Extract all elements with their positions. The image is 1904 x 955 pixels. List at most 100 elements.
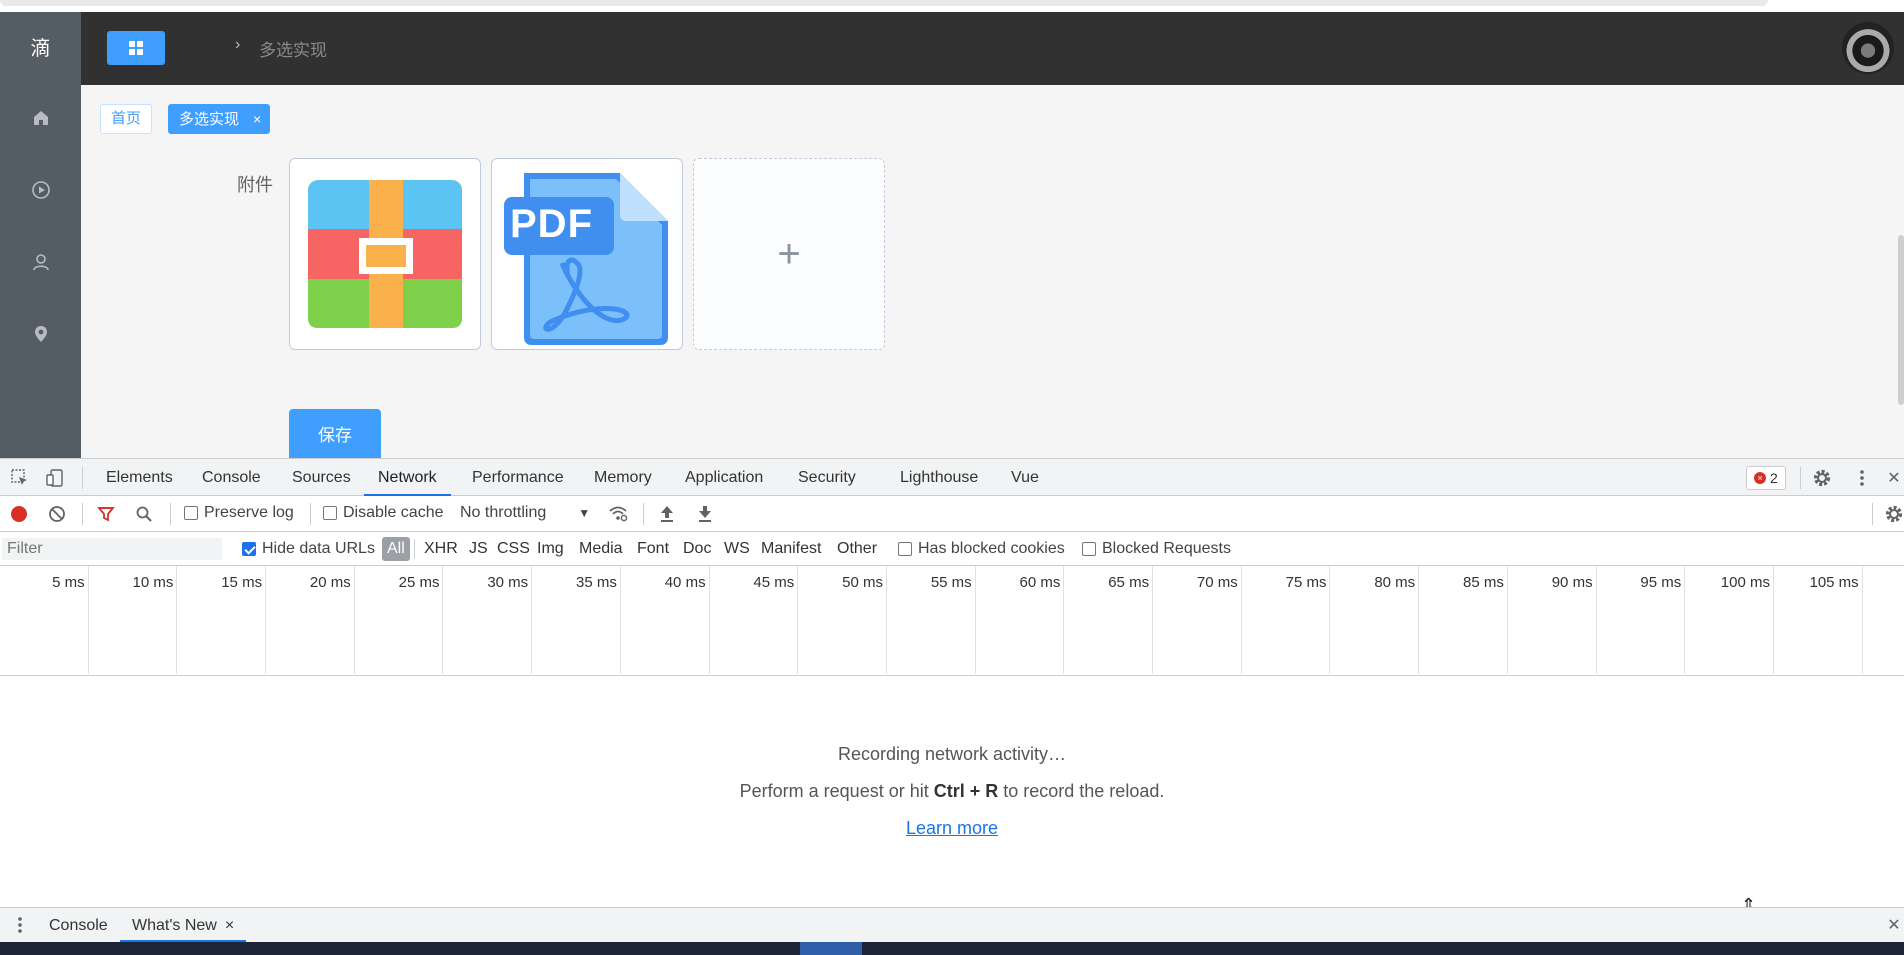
network-timeline-overview[interactable]: 5 ms 10 ms 15 ms 20 ms 25 ms 30 ms 35 ms 40 ms 4… xyxy=(0,566,1904,676)
close-drawer-icon[interactable]: ✕ xyxy=(1884,915,1904,935)
drawer-tab-whats-new[interactable]: What's New × xyxy=(120,908,247,943)
timeline-tick-label: 30 ms xyxy=(487,574,529,591)
filter-type-all[interactable]: All xyxy=(382,537,410,561)
tab-lighthouse[interactable]: Lighthouse xyxy=(886,459,992,496)
tab-network[interactable]: Network xyxy=(364,459,451,497)
filter-type-other[interactable]: Other xyxy=(837,540,877,558)
filter-type-css[interactable]: CSS xyxy=(497,540,530,558)
checkbox-box[interactable] xyxy=(1082,542,1096,556)
filter-type-js[interactable]: JS xyxy=(469,540,488,558)
filter-input[interactable] xyxy=(2,538,222,560)
filter-funnel-icon[interactable] xyxy=(96,504,116,524)
save-button[interactable]: 保存 xyxy=(289,409,381,458)
tab-elements[interactable]: Elements xyxy=(92,459,187,496)
timeline-tick: 15 ms xyxy=(177,566,267,674)
grid-icon xyxy=(129,41,143,55)
tab-performance[interactable]: Performance xyxy=(458,459,578,496)
timeline-tick: 25 ms xyxy=(355,566,444,674)
app-sidebar: 滴 xyxy=(0,12,81,458)
tab-security[interactable]: Security xyxy=(784,459,870,496)
app-header: › 多选实现 xyxy=(81,12,1904,85)
timeline-tick-label: 80 ms xyxy=(1374,574,1416,591)
inspect-element-icon[interactable] xyxy=(10,468,30,488)
upload-button[interactable]: + xyxy=(693,158,885,350)
tab-sources[interactable]: Sources xyxy=(278,459,365,496)
timeline-tick-label: 40 ms xyxy=(664,574,706,591)
taskbar-active-app[interactable] xyxy=(800,942,862,955)
import-har-upload-icon[interactable] xyxy=(657,504,677,524)
checkbox-box[interactable] xyxy=(184,506,198,520)
more-options-icon[interactable] xyxy=(1852,468,1872,488)
timeline-tick: 90 ms xyxy=(1508,566,1597,674)
toolbar-divider xyxy=(82,503,83,525)
filter-type-media[interactable]: Media xyxy=(579,540,623,558)
settings-gear-icon[interactable] xyxy=(1812,468,1832,488)
filter-type-xhr[interactable]: XHR xyxy=(424,540,458,558)
timeline-tick: 5 ms xyxy=(0,566,89,674)
learn-more-link[interactable]: Learn more xyxy=(0,818,1904,839)
horizontal-scrollbar[interactable] xyxy=(0,0,1768,6)
blocked-requests-checkbox[interactable]: Blocked Requests xyxy=(1082,540,1231,558)
network-settings-gear-icon[interactable] xyxy=(1884,504,1904,524)
timeline-tick: 85 ms xyxy=(1419,566,1508,674)
tag-home[interactable]: 首页 xyxy=(100,104,153,134)
filter-type-manifest[interactable]: Manifest xyxy=(761,540,821,558)
filter-type-font[interactable]: Font xyxy=(637,540,669,558)
timeline-tick: 60 ms xyxy=(976,566,1065,674)
timeline-tick-label: 65 ms xyxy=(1108,574,1150,591)
checkbox-box[interactable] xyxy=(323,506,337,520)
has-blocked-cookies-checkbox[interactable]: Has blocked cookies xyxy=(898,540,1065,558)
attachment-thumb-archive[interactable] xyxy=(289,158,481,350)
browser-top-strip xyxy=(0,0,1904,12)
page-scrollbar[interactable] xyxy=(1898,235,1904,405)
timeline-tick-label: 90 ms xyxy=(1551,574,1593,591)
menu-toggle-button[interactable] xyxy=(107,31,165,65)
recording-message: Recording network activity… xyxy=(837,744,1067,764)
timeline-tick: 100 ms xyxy=(1685,566,1774,674)
close-devtools-icon[interactable]: ✕ xyxy=(1884,468,1904,488)
sidebar-item-user[interactable] xyxy=(0,242,81,282)
network-toolbar: Preserve log Disable cache No throttling… xyxy=(0,496,1904,532)
hide-data-urls-checkbox[interactable]: Hide data URLs xyxy=(242,540,375,558)
sidebar-item-home[interactable] xyxy=(0,98,81,138)
device-toolbar-icon[interactable] xyxy=(45,468,65,488)
timeline-tick-label: 105 ms xyxy=(1809,574,1859,591)
drawer-tab-console[interactable]: Console xyxy=(37,908,120,943)
archive-file-icon xyxy=(308,180,462,328)
filter-type-img[interactable]: Img xyxy=(537,540,564,558)
checkbox-box[interactable] xyxy=(242,542,256,556)
filter-type-ws[interactable]: WS xyxy=(724,540,750,558)
pdf-text: PDF xyxy=(510,202,593,246)
disable-cache-checkbox[interactable]: Disable cache xyxy=(323,504,444,522)
sidebar-item-location[interactable] xyxy=(0,314,81,354)
tag-multi-select[interactable]: 多选实现 × xyxy=(168,104,271,134)
timeline-tick: 10 ms xyxy=(89,566,178,674)
throttling-select[interactable]: No throttling ▼ xyxy=(460,504,590,522)
export-har-download-icon[interactable] xyxy=(695,504,715,524)
avatar[interactable] xyxy=(1842,22,1894,74)
sidebar-item-video[interactable] xyxy=(0,170,81,210)
tab-memory[interactable]: Memory xyxy=(580,459,666,496)
close-icon[interactable]: × xyxy=(225,917,234,934)
preserve-log-checkbox[interactable]: Preserve log xyxy=(184,504,294,522)
tab-application[interactable]: Application xyxy=(671,459,777,496)
timeline-tick: 35 ms xyxy=(532,566,621,674)
tab-console[interactable]: Console xyxy=(188,459,275,496)
attachment-thumb-pdf[interactable]: PDF xyxy=(491,158,683,350)
drawer-menu-icon[interactable] xyxy=(10,915,30,935)
hide-data-urls-label: Hide data URLs xyxy=(262,540,375,557)
timeline-tick: 80 ms xyxy=(1331,566,1420,674)
breadcrumb-separator: › xyxy=(235,36,241,53)
timeline-tick-label: 5 ms xyxy=(52,574,85,591)
network-conditions-wifi-icon[interactable] xyxy=(608,504,628,524)
toolbar-divider xyxy=(1872,503,1873,525)
search-icon[interactable] xyxy=(134,504,154,524)
clear-icon[interactable] xyxy=(47,504,67,524)
reload-shortcut: Ctrl + R xyxy=(933,781,999,801)
tab-vue[interactable]: Vue xyxy=(997,459,1053,496)
record-icon[interactable] xyxy=(9,504,29,524)
checkbox-box[interactable] xyxy=(898,542,912,556)
error-count-badge[interactable]: × 2 xyxy=(1746,466,1786,490)
filter-type-doc[interactable]: Doc xyxy=(683,540,711,558)
tag-close-icon[interactable]: × xyxy=(253,111,261,127)
